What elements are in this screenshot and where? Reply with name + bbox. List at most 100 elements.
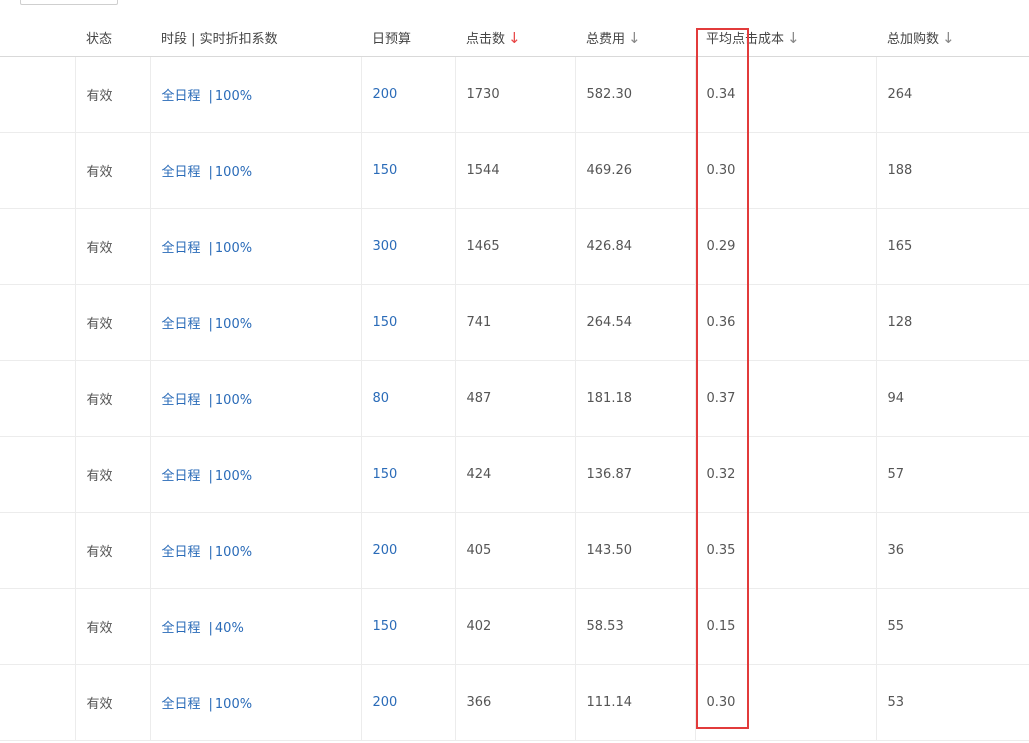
cart-cell: 53: [875, 664, 1029, 741]
budget-cell[interactable]: 150: [360, 284, 455, 361]
budget-link[interactable]: 150: [373, 619, 398, 634]
schedule-link[interactable]: 全日程: [162, 469, 201, 484]
schedule-cell[interactable]: 全日程 | 100%: [149, 360, 361, 437]
schedule-separator: |: [208, 165, 213, 180]
cost-cell: 58.53: [574, 588, 695, 665]
budget-link[interactable]: 150: [373, 163, 398, 178]
schedule-cell[interactable]: 全日程 | 100%: [149, 284, 361, 361]
schedule-cell[interactable]: 全日程 | 100%: [149, 436, 361, 513]
cost-cell: 582.30: [574, 56, 695, 133]
schedule-link[interactable]: 全日程: [162, 317, 201, 332]
header-lead: [0, 18, 75, 57]
budget-cell[interactable]: 80: [360, 360, 455, 437]
row-lead-cell: [0, 512, 75, 589]
table-body: 有效 全日程 | 100% 200 1730 582.30 0.34 264 有效 …: [0, 56, 1029, 741]
discount-link[interactable]: 100%: [215, 241, 252, 256]
discount-link[interactable]: 100%: [215, 393, 252, 408]
status-cell: 有效: [74, 588, 150, 665]
schedule-link[interactable]: 全日程: [162, 393, 201, 408]
cpc-cell: 0.32: [694, 436, 876, 513]
schedule-link[interactable]: 全日程: [162, 621, 201, 636]
cpc-cell: 0.29: [694, 208, 876, 285]
budget-link[interactable]: 150: [373, 467, 398, 482]
schedule-separator: |: [208, 469, 213, 484]
budget-cell[interactable]: 300: [360, 208, 455, 285]
schedule-separator: |: [208, 621, 213, 636]
clicks-cell: 402: [454, 588, 575, 665]
schedule-link[interactable]: 全日程: [162, 165, 201, 180]
budget-cell[interactable]: 200: [360, 512, 455, 589]
sort-desc-active-icon[interactable]: ↓: [508, 29, 521, 47]
header-cart[interactable]: 总加购数 ↓: [876, 18, 1029, 57]
schedule-cell[interactable]: 全日程 | 40%: [149, 588, 361, 665]
sort-desc-icon[interactable]: ↓: [787, 29, 800, 47]
budget-cell[interactable]: 200: [360, 664, 455, 741]
budget-cell[interactable]: 150: [360, 588, 455, 665]
header-cpc[interactable]: 平均点击成本 ↓: [695, 18, 876, 57]
header-cost[interactable]: 总费用 ↓: [575, 18, 695, 57]
budget-link[interactable]: 200: [373, 543, 398, 558]
row-lead-cell: [0, 132, 75, 209]
cost-cell: 136.87: [574, 436, 695, 513]
clicks-cell: 405: [454, 512, 575, 589]
discount-link[interactable]: 100%: [215, 317, 252, 332]
budget-cell[interactable]: 200: [360, 56, 455, 133]
table-row: 有效 全日程 | 100% 80 487 181.18 0.37 94: [0, 360, 1029, 437]
status-cell: 有效: [74, 512, 150, 589]
table-row: 有效 全日程 | 100% 150 741 264.54 0.36 128: [0, 284, 1029, 361]
toolbar-button[interactable]: [20, 0, 118, 5]
cpc-cell: 0.35: [694, 512, 876, 589]
clicks-cell: 1730: [454, 56, 575, 133]
cost-cell: 426.84: [574, 208, 695, 285]
row-lead-cell: [0, 436, 75, 513]
cart-cell: 165: [875, 208, 1029, 285]
schedule-cell[interactable]: 全日程 | 100%: [149, 56, 361, 133]
schedule-link[interactable]: 全日程: [162, 545, 201, 560]
cost-cell: 143.50: [574, 512, 695, 589]
budget-link[interactable]: 80: [373, 391, 390, 406]
cart-cell: 36: [875, 512, 1029, 589]
budget-link[interactable]: 150: [373, 315, 398, 330]
discount-link[interactable]: 100%: [215, 165, 252, 180]
clicks-cell: 1465: [454, 208, 575, 285]
header-budget: 日预算: [361, 18, 455, 57]
cpc-cell: 0.34: [694, 56, 876, 133]
cpc-cell: 0.15: [694, 588, 876, 665]
schedule-link[interactable]: 全日程: [162, 89, 201, 104]
header-status: 状态: [75, 18, 150, 57]
table-row: 有效 全日程 | 100% 200 1730 582.30 0.34 264: [0, 56, 1029, 133]
schedule-cell[interactable]: 全日程 | 100%: [149, 132, 361, 209]
schedule-cell[interactable]: 全日程 | 100%: [149, 208, 361, 285]
budget-cell[interactable]: 150: [360, 436, 455, 513]
discount-link[interactable]: 100%: [215, 545, 252, 560]
sort-desc-icon[interactable]: ↓: [942, 29, 955, 47]
discount-link[interactable]: 40%: [215, 621, 244, 636]
header-clicks[interactable]: 点击数 ↓: [455, 18, 575, 57]
status-cell: 有效: [74, 56, 150, 133]
budget-link[interactable]: 300: [373, 239, 398, 254]
sort-desc-icon[interactable]: ↓: [628, 29, 641, 47]
schedule-separator: |: [208, 697, 213, 712]
clicks-cell: 487: [454, 360, 575, 437]
budget-link[interactable]: 200: [373, 695, 398, 710]
discount-link[interactable]: 100%: [215, 697, 252, 712]
schedule-cell[interactable]: 全日程 | 100%: [149, 664, 361, 741]
budget-link[interactable]: 200: [373, 87, 398, 102]
discount-link[interactable]: 100%: [215, 89, 252, 104]
report-viewport: 状态 时段 | 实时折扣系数 日预算 点击数 ↓ 总费用 ↓ 平均点击成本 ↓ 总加购…: [0, 0, 1029, 743]
clicks-cell: 366: [454, 664, 575, 741]
budget-cell[interactable]: 150: [360, 132, 455, 209]
cart-cell: 128: [875, 284, 1029, 361]
cart-cell: 94: [875, 360, 1029, 437]
discount-link[interactable]: 100%: [215, 469, 252, 484]
cpc-cell: 0.30: [694, 132, 876, 209]
schedule-separator: |: [208, 317, 213, 332]
table-header-row: 状态 时段 | 实时折扣系数 日预算 点击数 ↓ 总费用 ↓ 平均点击成本 ↓ 总加购…: [0, 18, 1029, 57]
schedule-separator: |: [208, 241, 213, 256]
schedule-link[interactable]: 全日程: [162, 241, 201, 256]
row-lead-cell: [0, 284, 75, 361]
table-row: 有效 全日程 | 100% 150 1544 469.26 0.30 188: [0, 132, 1029, 209]
status-cell: 有效: [74, 208, 150, 285]
schedule-cell[interactable]: 全日程 | 100%: [149, 512, 361, 589]
schedule-link[interactable]: 全日程: [162, 697, 201, 712]
